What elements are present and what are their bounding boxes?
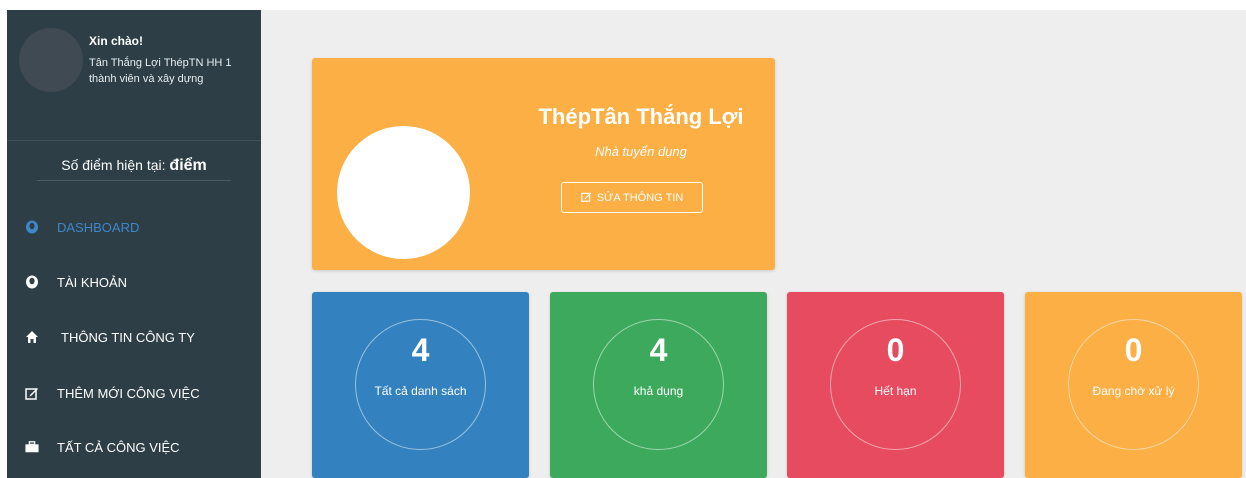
sidebar-item-dashboard[interactable]: DASHBOARD: [7, 213, 261, 241]
sidebar-item-company-info[interactable]: THÔNG TIN CÔNG TY: [7, 323, 261, 351]
sidebar-item-label: TÀI KHOẢN: [57, 274, 128, 290]
edit-info-label: SỬA THÔNG TIN: [596, 191, 684, 204]
sidebar: Xin chào! Tân Thắng Lợi ThépTN HH 1 thàn…: [7, 10, 261, 478]
company-profile-card: ThépTân Thắng Lợi Nhà tuyển dụng SỬA THÔ…: [312, 58, 775, 270]
avatar: [19, 28, 83, 92]
sidebar-profile: Xin chào! Tân Thắng Lợi ThépTN HH 1 thàn…: [7, 10, 261, 141]
main-content: ThépTân Thắng Lợi Nhà tuyển dụng SỬA THÔ…: [261, 10, 1246, 478]
points-unit: điểm: [169, 157, 207, 174]
greeting: Xin chào!: [89, 34, 144, 48]
user-icon: [25, 220, 39, 234]
sidebar-item-all-jobs[interactable]: TẤT CẢ CÔNG VIỆC: [7, 433, 261, 461]
edit-icon: [25, 386, 39, 400]
stat-label: Tất cả danh sách: [374, 384, 467, 398]
stat-card-available[interactable]: 4 khả dụng: [550, 292, 767, 478]
edit-info-button[interactable]: SỬA THÔNG TIN: [561, 182, 703, 213]
briefcase-icon: [25, 440, 39, 454]
sidebar-item-account[interactable]: TÀI KHOẢN: [7, 268, 261, 296]
points-label: Số điểm hiện tại:: [61, 157, 166, 173]
company-role: Nhà tuyển dụng: [595, 144, 687, 159]
sidebar-item-label: THÊM MỚI CÔNG VIỆC: [57, 385, 200, 401]
company-title: ThépTân Thắng Lợi: [538, 104, 744, 129]
home-icon: [25, 330, 39, 344]
company-avatar: [337, 126, 470, 259]
company-name: Tân Thắng Lợi ThépTN HH 1 thành viên và …: [89, 57, 232, 85]
edit-icon: [580, 191, 592, 205]
stat-label: Hết hạn: [874, 384, 917, 398]
sidebar-item-add-job[interactable]: THÊM MỚI CÔNG VIỆC: [7, 379, 261, 407]
user-icon: [25, 275, 39, 289]
sidebar-item-label: DASHBOARD: [57, 219, 140, 235]
stat-label: khả dụng: [633, 384, 684, 398]
points-display: Số điểm hiện tại: điểm: [37, 150, 231, 181]
stat-value: 4: [411, 332, 430, 368]
stat-value: 0: [1124, 332, 1143, 368]
sidebar-item-label: THÔNG TIN CÔNG TY: [61, 329, 195, 345]
stat-card-pending[interactable]: 0 Đang chờ xử lý: [1025, 292, 1242, 478]
sidebar-item-label: TẤT CẢ CÔNG VIỆC: [57, 439, 180, 455]
stat-value: 0: [886, 332, 905, 368]
stat-label: Đang chờ xử lý: [1092, 384, 1175, 398]
stat-card-expired[interactable]: 0 Hết hạn: [787, 292, 1004, 478]
stat-value: 4: [649, 332, 668, 368]
stat-card-all-listings[interactable]: 4 Tất cả danh sách: [312, 292, 529, 478]
